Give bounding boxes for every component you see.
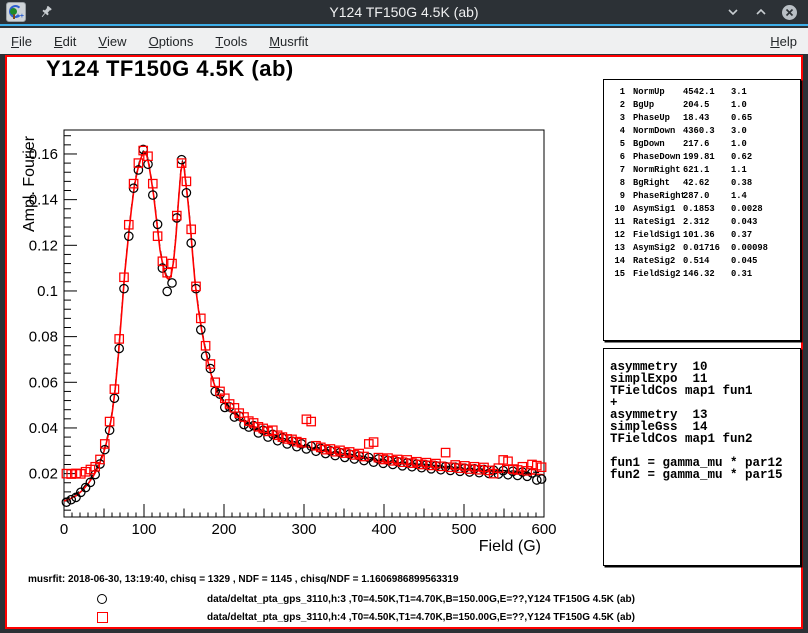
plot-title: Y124 TF150G 4.5K (ab): [46, 56, 294, 82]
pin-icon[interactable]: [38, 4, 54, 20]
theory-line: fun2 = gamma_mu * par15: [610, 469, 800, 481]
menu-options[interactable]: Options: [138, 28, 205, 54]
title-bar[interactable]: ++ Y124 TF150G 4.5K (ab): [0, 0, 808, 26]
menu-view[interactable]: View: [87, 28, 137, 54]
fit-status-line: musrfit: 2018-06-30, 13:19:40, chisq = 1…: [28, 574, 459, 585]
application-window: ++ Y124 TF150G 4.5K (ab): [0, 0, 808, 633]
legend-row-h4: data/deltat_pta_gps_3110,h:4 ,T0=4.50K,T…: [0, 611, 798, 625]
menu-musrfit[interactable]: Musrfit: [258, 28, 319, 54]
fit-parameters-box: 1NormUp4542.13.12BgUp204.51.03PhaseUp18.…: [603, 79, 801, 341]
plus-plus-icon: ++: [16, 13, 24, 20]
fit-parameter-row: 5BgDown217.61.0: [611, 138, 800, 151]
menu-edit[interactable]: Edit: [43, 28, 87, 54]
close-button[interactable]: [780, 3, 798, 21]
fit-parameter-row: 11RateSig12.3120.043: [611, 216, 800, 229]
fit-parameter-row: 8BgRight42.620.38: [611, 177, 800, 190]
maximize-button[interactable]: [752, 3, 770, 21]
fit-parameter-row: 3PhaseUp18.430.65: [611, 112, 800, 125]
fit-parameter-row: 14RateSig20.5140.045: [611, 255, 800, 268]
legend-row-h3: data/deltat_pta_gps_3110,h:3 ,T0=4.50K,T…: [0, 593, 798, 607]
fit-parameter-row: 2BgUp204.51.0: [611, 99, 800, 112]
window-title: Y124 TF150G 4.5K (ab): [0, 4, 808, 20]
minimize-button[interactable]: [724, 3, 742, 21]
legend-label-h4: data/deltat_pta_gps_3110,h:4 ,T0=4.50K,T…: [207, 612, 635, 623]
circle-marker-icon: [97, 594, 107, 604]
menu-bar: File Edit View Options Tools Musrfit Hel…: [0, 28, 808, 54]
square-marker-icon: [97, 612, 108, 623]
fit-parameter-row: 12FieldSig1101.360.37: [611, 229, 800, 242]
fit-parameter-row: 10AsymSig10.18530.0028: [611, 203, 800, 216]
theory-box: asymmetry 10simplExpo 11TFieldCos map1 f…: [603, 348, 801, 566]
menu-help[interactable]: Help: [759, 28, 808, 54]
fit-parameter-row: 4NormDown4360.33.0: [611, 125, 800, 138]
fit-parameter-row: 6PhaseDown199.810.62: [611, 151, 800, 164]
theory-line: TFieldCos map1 fun2: [610, 433, 800, 445]
app-icon[interactable]: ++: [6, 2, 26, 22]
fit-parameter-row: 1NormUp4542.13.1: [611, 86, 800, 99]
tree-trunk-icon: [13, 14, 15, 19]
menu-file[interactable]: File: [0, 28, 43, 54]
fit-parameter-row: 7NormRight621.11.1: [611, 164, 800, 177]
fit-parameter-row: 9PhaseRight287.01.4: [611, 190, 800, 203]
theory-line: TFieldCos map1 fun1: [610, 385, 800, 397]
legend-label-h3: data/deltat_pta_gps_3110,h:3 ,T0=4.50K,T…: [207, 594, 635, 605]
fit-parameter-row: 13AsymSig20.017160.00098: [611, 242, 800, 255]
fit-parameter-row: 15FieldSig2146.320.31: [611, 268, 800, 281]
menu-tools[interactable]: Tools: [204, 28, 258, 54]
